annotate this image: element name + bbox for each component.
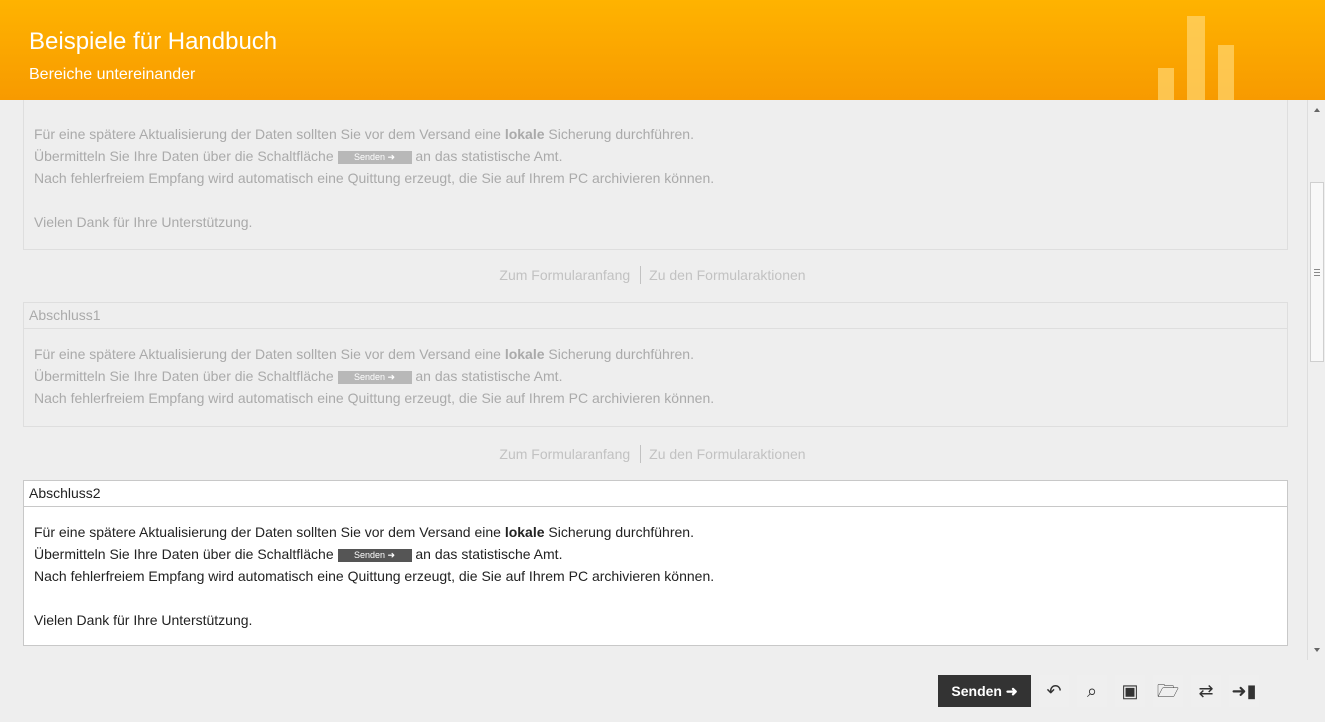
logo-bar-icon bbox=[1218, 45, 1234, 100]
text-line: Für eine spätere Aktualisierung der Date… bbox=[34, 346, 694, 362]
section-body: Für eine spätere Aktualisierung der Date… bbox=[24, 100, 1287, 233]
header: Beispiele für Handbuch Bereiche unterein… bbox=[0, 0, 1325, 100]
send-button[interactable]: Senden ➜ bbox=[938, 675, 1031, 707]
divider bbox=[640, 445, 642, 463]
undo-icon[interactable]: ↶ bbox=[1039, 675, 1069, 707]
text-line: Nach fehlerfreiem Empfang wird automatis… bbox=[34, 568, 715, 584]
vertical-scrollbar[interactable] bbox=[1307, 100, 1325, 660]
thanks-text: Vielen Dank für Ihre Unterstützung. bbox=[34, 612, 253, 628]
divider bbox=[640, 266, 642, 284]
logo-bar-icon bbox=[1158, 68, 1174, 100]
form-content: Für eine spätere Aktualisierung der Date… bbox=[0, 100, 1305, 660]
section-abschluss2: Abschluss2 Für eine spätere Aktualisieru… bbox=[23, 480, 1288, 646]
form-subtitle: Bereiche untereinander bbox=[29, 66, 196, 83]
text-line: Übermitteln Sie Ihre Daten über die Scha… bbox=[34, 368, 563, 384]
scroll-up-icon[interactable] bbox=[1314, 108, 1320, 112]
form-actions-toolbar: Senden ➜ ↶ ⌕ ▣ 🗁 ⇄ ➜▮ bbox=[938, 675, 1259, 707]
form-navigation: Zum Formularanfang Zu den Formularaktione… bbox=[0, 445, 1305, 463]
link-form-start[interactable]: Zum Formularanfang bbox=[499, 446, 630, 462]
form-navigation: Zum Formularanfang Zu den Formularaktione… bbox=[0, 266, 1305, 284]
text-line: Nach fehlerfreiem Empfang wird automatis… bbox=[34, 390, 715, 406]
section-heading: Abschluss1 bbox=[24, 303, 1287, 329]
logo-bar-icon bbox=[1187, 16, 1205, 100]
text-line: Für eine spätere Aktualisierung der Date… bbox=[34, 126, 694, 142]
section-body: Für eine spätere Aktualisierung der Date… bbox=[24, 329, 1287, 409]
form-title: Beispiele für Handbuch bbox=[29, 28, 278, 55]
save-icon[interactable]: ▣ bbox=[1115, 675, 1145, 707]
exit-icon[interactable]: ➜▮ bbox=[1229, 675, 1259, 707]
link-form-actions[interactable]: Zu den Formularaktionen bbox=[649, 267, 805, 283]
scrollbar-thumb[interactable] bbox=[1310, 182, 1324, 362]
text-line: Nach fehlerfreiem Empfang wird automatis… bbox=[34, 170, 715, 186]
scroll-down-icon[interactable] bbox=[1314, 648, 1320, 652]
section-intro: Für eine spätere Aktualisierung der Date… bbox=[23, 100, 1288, 250]
inline-send-button: Senden ➜ bbox=[337, 151, 412, 164]
transfer-icon[interactable]: ⇄ bbox=[1191, 675, 1221, 707]
inline-send-button: Senden ➜ bbox=[337, 371, 412, 384]
text-line: Übermitteln Sie Ihre Daten über die Scha… bbox=[34, 148, 563, 164]
section-abschluss1: Abschluss1 Für eine spätere Aktualisieru… bbox=[23, 302, 1288, 427]
grip-icon bbox=[1314, 275, 1320, 276]
link-form-start[interactable]: Zum Formularanfang bbox=[499, 267, 630, 283]
grip-icon bbox=[1314, 269, 1320, 270]
open-folder-icon[interactable]: 🗁 bbox=[1153, 675, 1183, 707]
section-body: Für eine spätere Aktualisierung der Date… bbox=[24, 507, 1287, 631]
search-icon[interactable]: ⌕ bbox=[1077, 675, 1107, 707]
text-line: Für eine spätere Aktualisierung der Date… bbox=[34, 524, 694, 540]
inline-send-button: Senden ➜ bbox=[337, 549, 412, 562]
thanks-text: Vielen Dank für Ihre Unterstützung. bbox=[34, 214, 253, 230]
grip-icon bbox=[1314, 272, 1320, 273]
link-form-actions[interactable]: Zu den Formularaktionen bbox=[649, 446, 805, 462]
section-heading: Abschluss2 bbox=[24, 481, 1287, 507]
text-line: Übermitteln Sie Ihre Daten über die Scha… bbox=[34, 546, 563, 562]
